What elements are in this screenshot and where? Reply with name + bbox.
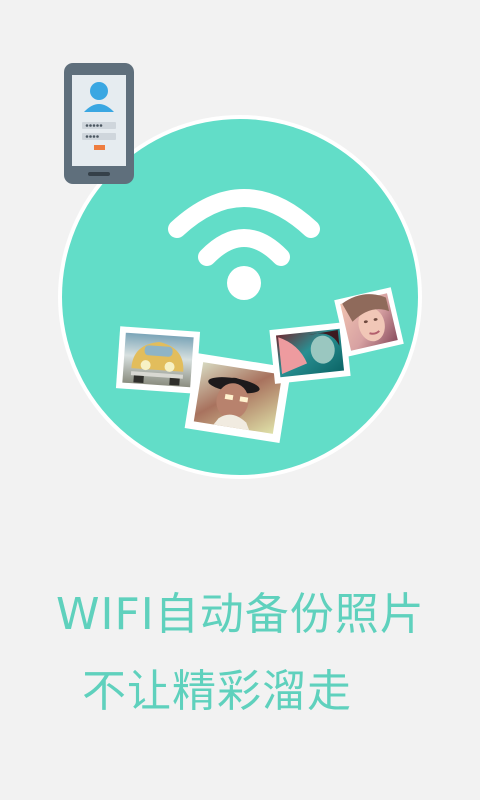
headline-title: WIFI自动备份照片 (56, 589, 425, 640)
hero-illustration (0, 0, 480, 520)
headline-subtitle: 不让精彩溜走 (82, 666, 352, 717)
phone-login-icon (64, 63, 134, 184)
wifi-photo-illustration (58, 63, 422, 479)
car-photo (115, 326, 201, 394)
teal-portrait-photo (269, 322, 351, 384)
